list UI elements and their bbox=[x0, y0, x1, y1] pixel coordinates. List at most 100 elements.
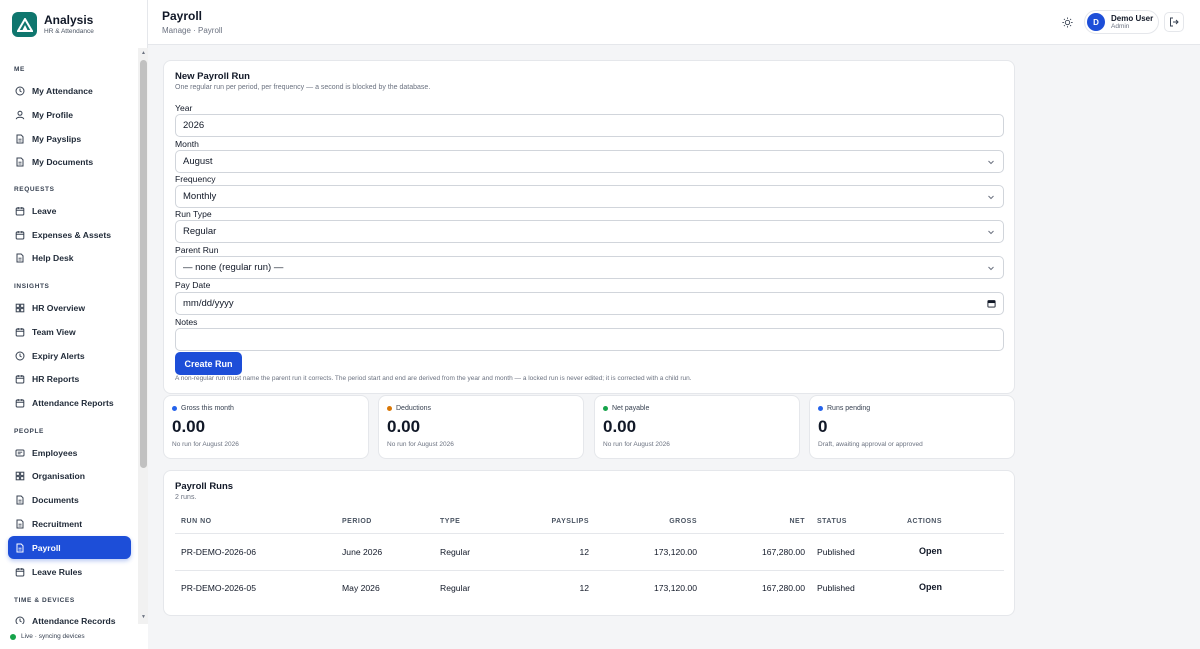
logout-button[interactable] bbox=[1164, 12, 1184, 32]
year-input[interactable]: 2026 bbox=[175, 114, 1004, 137]
breadcrumb: Manage · Payroll bbox=[162, 26, 223, 35]
sidebar-item-label: My Profile bbox=[32, 109, 74, 120]
stat-label: Runs pending bbox=[827, 405, 871, 412]
column-header-gross[interactable]: GROSS bbox=[634, 518, 697, 525]
sidebar-item-payroll[interactable]: Payroll bbox=[8, 536, 131, 559]
sidebar-item-label: Attendance Records bbox=[32, 615, 116, 625]
sidebar-item-documents[interactable]: Documents bbox=[8, 488, 131, 511]
sidebar-item-team-view[interactable]: Team View bbox=[8, 320, 131, 343]
stat-label: Net payable bbox=[612, 405, 650, 412]
app-subtitle: HR & Attendance bbox=[44, 28, 94, 35]
sidebar-item-label: Expiry Alerts bbox=[32, 350, 85, 361]
sidebar-item-leave[interactable]: Leave bbox=[8, 199, 131, 222]
notes-input[interactable] bbox=[175, 328, 1004, 351]
sidebar-item-label: HR Overview bbox=[32, 302, 86, 313]
scroll-up-icon[interactable]: ▲ bbox=[140, 50, 147, 57]
sun-icon bbox=[1061, 16, 1073, 28]
sidebar-item-label: Payroll bbox=[32, 542, 61, 553]
sidebar-item-organisation[interactable]: Organisation bbox=[8, 464, 131, 487]
parent-run-value: — none (regular run) — bbox=[183, 262, 284, 273]
month-select[interactable]: August bbox=[175, 150, 1004, 173]
sidebar-item-help-desk[interactable]: Help Desk bbox=[8, 246, 131, 269]
stat-note: No run for August 2026 bbox=[387, 441, 454, 448]
column-header-type[interactable]: TYPE bbox=[440, 518, 460, 525]
sidebar-item-attendance-records[interactable]: Attendance Records bbox=[8, 609, 131, 624]
sidebar-item-my-attendance[interactable]: My Attendance bbox=[8, 79, 131, 102]
new-payroll-run-card: New Payroll Run One regular run per peri… bbox=[163, 60, 1015, 394]
sidebar-item-attendance-reports[interactable]: Attendance Reports bbox=[8, 391, 131, 414]
chevron-down-icon bbox=[988, 230, 994, 235]
sidebar-item-expenses-assets[interactable]: Expenses & Assets bbox=[8, 223, 131, 246]
frequency-select[interactable]: Monthly bbox=[175, 185, 1004, 208]
sidebar-item-employees[interactable]: Employees bbox=[8, 441, 131, 464]
stat-note: No run for August 2026 bbox=[172, 441, 239, 448]
sidebar-item-label: Expenses & Assets bbox=[32, 229, 111, 240]
column-header-net[interactable]: NET bbox=[744, 518, 805, 525]
stat-label: Deductions bbox=[396, 405, 432, 412]
document-icon bbox=[16, 134, 24, 143]
sidebar-item-label: Organisation bbox=[32, 470, 86, 481]
column-header-payslips[interactable]: PAYSLIPS bbox=[534, 518, 589, 525]
stat-value: 0 bbox=[818, 417, 828, 436]
stat-card-runs-pending: Runs pending 0 Draft, awaiting approval … bbox=[809, 395, 1015, 459]
sidebar-item-expiry-alerts[interactable]: Expiry Alerts bbox=[8, 344, 131, 367]
document-icon bbox=[16, 253, 24, 262]
sidebar-item-my-payslips[interactable]: My Payslips bbox=[8, 127, 131, 150]
pay-date-input[interactable]: mm/dd/yyyy bbox=[175, 292, 1004, 315]
stat-dot-icon bbox=[387, 406, 392, 411]
sidebar-item-recruitment[interactable]: Recruitment bbox=[8, 512, 131, 535]
live-dot-icon bbox=[10, 633, 16, 640]
table-divider bbox=[175, 570, 1004, 571]
avatar: D bbox=[1087, 13, 1105, 31]
app-title: Analysis bbox=[44, 13, 94, 27]
document-icon bbox=[16, 495, 24, 504]
sidebar-item-hr-overview[interactable]: HR Overview bbox=[8, 296, 131, 319]
scroll-down-icon[interactable]: ▼ bbox=[140, 614, 147, 621]
stat-label-row: Deductions bbox=[387, 405, 431, 412]
user-icon bbox=[15, 110, 25, 119]
frequency-value: Monthly bbox=[183, 191, 217, 202]
open-run-button[interactable]: Open bbox=[904, 546, 942, 556]
calendar-icon bbox=[15, 327, 25, 336]
cell-type: Regular bbox=[440, 547, 471, 557]
open-run-button[interactable]: Open bbox=[904, 582, 942, 592]
column-header-status[interactable]: STATUS bbox=[817, 518, 847, 525]
create-run-button[interactable]: Create Run bbox=[175, 352, 242, 375]
form-title: New Payroll Run bbox=[175, 71, 250, 82]
cell-run-no: PR-DEMO-2026-06 bbox=[181, 547, 256, 557]
logout-icon bbox=[1170, 17, 1179, 27]
nav-section-insights: INSIGHTS bbox=[14, 283, 50, 290]
run-type-select[interactable]: Regular bbox=[175, 220, 1004, 243]
user-menu[interactable]: D Demo User Admin bbox=[1084, 10, 1159, 34]
nav-section-me: ME bbox=[14, 66, 25, 73]
cell-status: Published bbox=[817, 547, 855, 557]
calendar-icon bbox=[15, 230, 25, 239]
theme-toggle-button[interactable] bbox=[1058, 13, 1076, 31]
top-header: Payroll Manage · Payroll D Demo User Adm… bbox=[148, 0, 1200, 45]
sidebar-item-hr-reports[interactable]: HR Reports bbox=[8, 367, 131, 390]
year-value: 2026 bbox=[183, 120, 205, 131]
stat-card-gross: Gross this month 0.00 No run for August … bbox=[163, 395, 369, 459]
grid-icon bbox=[15, 303, 25, 312]
stat-note: No run for August 2026 bbox=[603, 441, 670, 448]
id-card-icon bbox=[15, 449, 25, 456]
sidebar-item-my-profile[interactable]: My Profile bbox=[8, 103, 131, 126]
calendar-icon bbox=[15, 206, 25, 215]
stat-card-net-payable: Net payable 0.00 No run for August 2026 bbox=[594, 395, 800, 459]
frequency-label: Frequency bbox=[175, 174, 216, 184]
column-header-run-no[interactable]: RUN NO bbox=[181, 518, 212, 525]
sidebar-item-leave-rules[interactable]: Leave Rules bbox=[8, 560, 131, 583]
calendar-icon[interactable] bbox=[987, 299, 996, 308]
stat-card-deductions: Deductions 0.00 No run for August 2026 bbox=[378, 395, 584, 459]
brand[interactable]: Analysis HR & Attendance bbox=[12, 12, 94, 37]
payroll-runs-card: Payroll Runs 2 runs. RUN NO PERIOD TYPE … bbox=[163, 470, 1015, 616]
stat-value: 0.00 bbox=[387, 417, 421, 436]
sidebar-scrollbar-thumb[interactable] bbox=[140, 60, 147, 468]
sidebar-item-my-documents[interactable]: My Documents bbox=[8, 150, 131, 173]
sidebar-item-label: Documents bbox=[32, 494, 79, 505]
sidebar-item-label: Attendance Reports bbox=[32, 397, 114, 408]
chevron-down-icon bbox=[988, 266, 994, 271]
parent-run-select[interactable]: — none (regular run) — bbox=[175, 256, 1004, 279]
pay-date-label: Pay Date bbox=[175, 280, 211, 290]
column-header-period[interactable]: PERIOD bbox=[342, 518, 372, 525]
